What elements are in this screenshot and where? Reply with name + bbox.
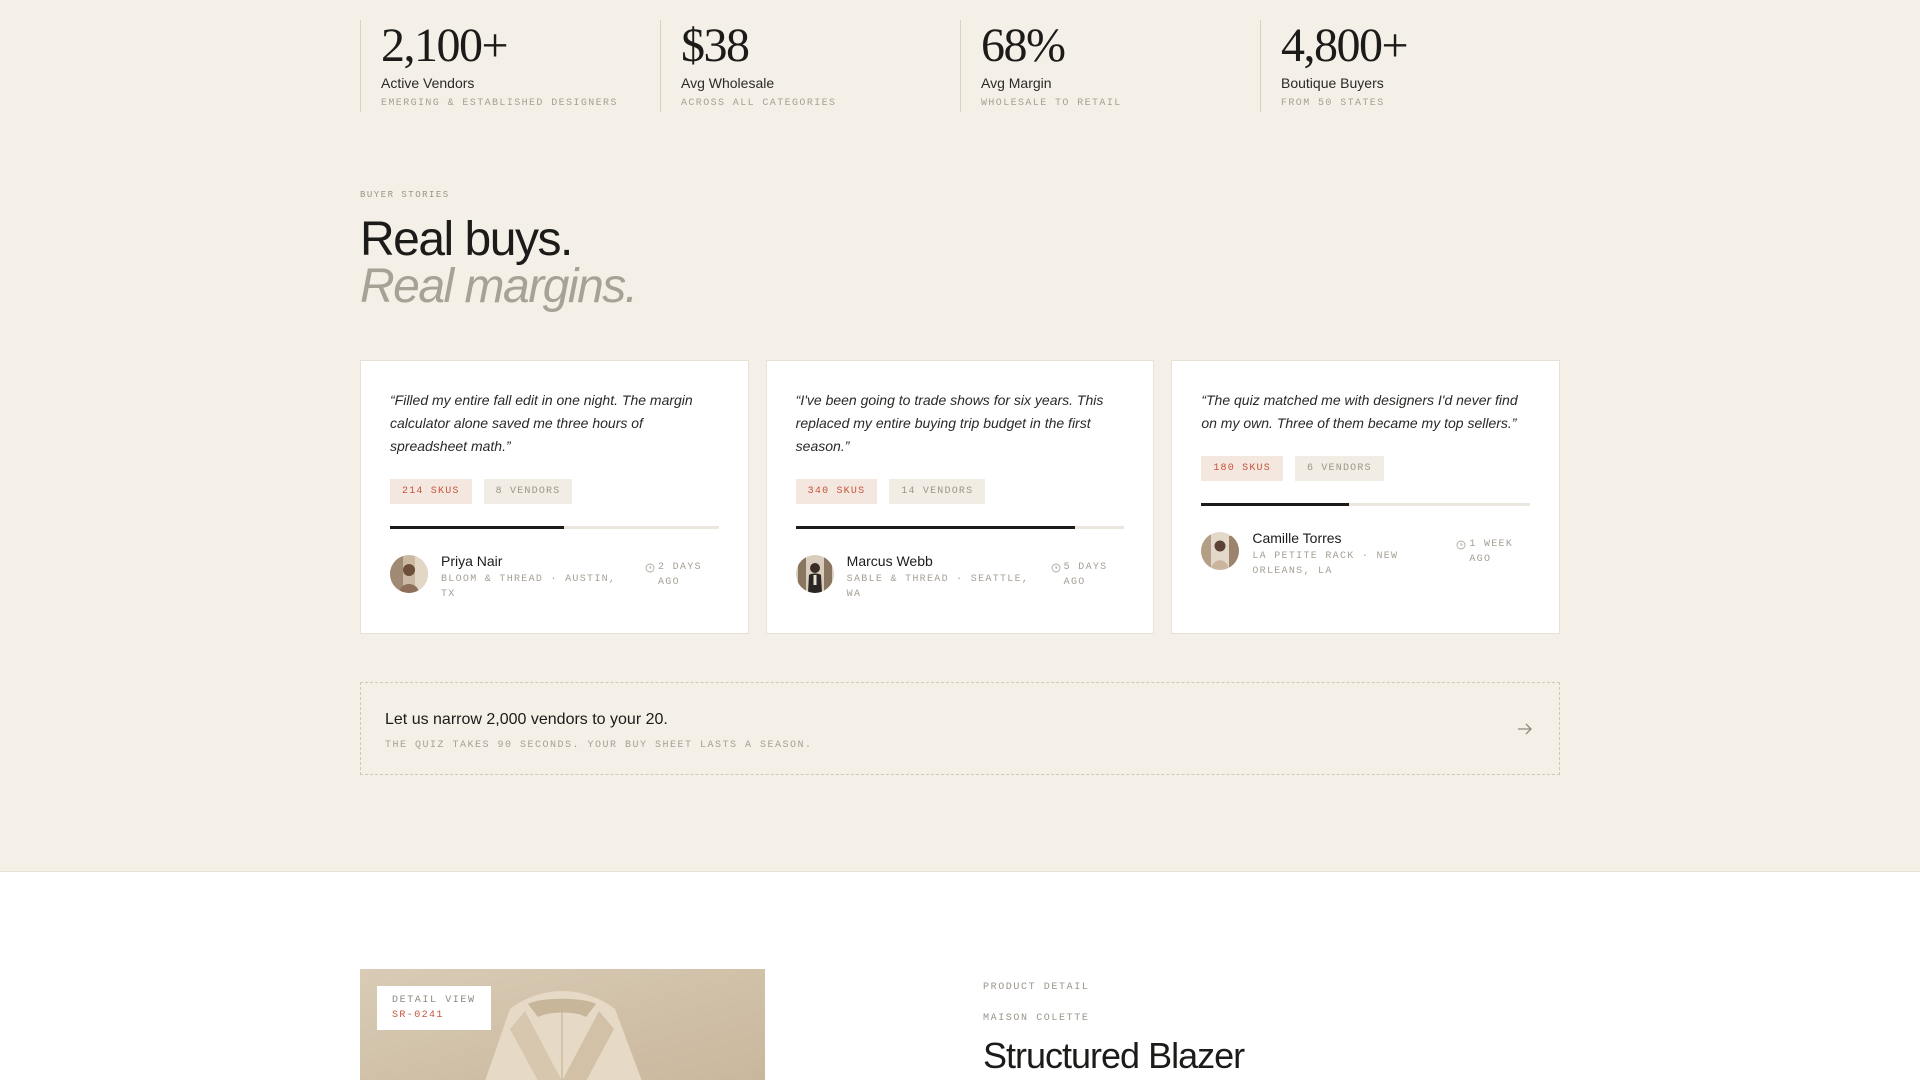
posted-time-text: 1 WEEK AGO (1469, 539, 1514, 565)
progress-bar (795, 526, 1125, 529)
stats-row: 2,100+ Active Vendors EMERGING & ESTABLI… (360, 20, 1560, 112)
buyer-location: LA PETITE RACK · NEW ORLEANS, LA (1252, 551, 1399, 577)
buyer-location: SABLE & THREAD · SEATTLE, WA (846, 574, 1030, 600)
posted-time-text: 2 DAYS AGO (658, 562, 702, 588)
skus-badge: 214 SKUS (390, 479, 472, 504)
product-eyebrow: PRODUCT DETAIL (983, 982, 1090, 993)
tag-row: 340 SKUS 14 VENDORS (795, 479, 1125, 504)
progress-fill (390, 526, 565, 529)
section-subtitle: Real margins. (360, 260, 638, 313)
posted-time-text: 5 DAYS AGO (1063, 562, 1108, 588)
posted-time: 5 DAYS AGO (1051, 560, 1120, 590)
buyer-name: Camille Torres (1252, 530, 1342, 546)
stat-caption: EMERGING & ESTABLISHED DESIGNERS (381, 98, 618, 109)
cta-subtitle: THE QUIZ TAKES 90 SECONDS. YOUR BUY SHEE… (385, 740, 813, 751)
testimonial-card: “The quiz matched me with designers I'd … (1171, 360, 1561, 634)
product-title: Structured Blazer (983, 1035, 1245, 1076)
section-eyebrow: BUYER STORIES (360, 190, 450, 200)
avatar (390, 555, 428, 593)
section-title: Real buys. (360, 213, 573, 266)
product-code: SR-0241 (392, 1010, 444, 1021)
stat-caption: WHOLESALE TO RETAIL (981, 98, 1122, 109)
stat-value: 68% (981, 19, 1066, 72)
avatar (795, 555, 834, 593)
stat-label: Avg Margin (981, 75, 1052, 91)
testimonial-quote: “The quiz matched me with designers I'd … (1201, 392, 1518, 431)
detail-view-badge: DETAIL VIEW SR-0241 (377, 986, 491, 1030)
stat-avg-wholesale: $38 Avg Wholesale ACROSS ALL CATEGORIES (660, 20, 960, 112)
clock-icon (645, 563, 655, 573)
clock-icon (1456, 540, 1466, 550)
stat-label: Avg Wholesale (681, 75, 775, 91)
arrow-right-icon[interactable] (1515, 719, 1535, 739)
testimonial-card: “I've been going to trade shows for six … (765, 360, 1155, 634)
cta-title: Let us narrow 2,000 vendors to your 20. (385, 711, 668, 728)
posted-time: 2 DAYS AGO (645, 560, 714, 590)
testimonial-quote: “Filled my entire fall edit in one night… (390, 392, 693, 454)
testimonial-card: “Filled my entire fall edit in one night… (360, 360, 749, 634)
stat-boutique-buyers: 4,800+ Boutique Buyers FROM 50 STATES (1260, 20, 1560, 112)
skus-badge: 180 SKUS (1201, 456, 1283, 481)
product-detail-section: DETAIL VIEW SR-0241 PRODUCT DETAIL MAISO… (0, 871, 1920, 1080)
product-image: DETAIL VIEW SR-0241 (360, 969, 765, 1080)
vendors-badge: 6 VENDORS (1294, 456, 1384, 481)
testimonial-cards: “Filled my entire fall edit in one night… (360, 360, 1561, 634)
buyer-info: Priya Nair BLOOM & THREAD · AUSTIN, TX 2… (390, 552, 719, 602)
tag-row: 180 SKUS 6 VENDORS (1201, 456, 1530, 481)
vendors-badge: 8 VENDORS (483, 479, 573, 504)
progress-fill (795, 526, 1076, 529)
tag-row: 214 SKUS 8 VENDORS (390, 479, 719, 504)
detail-view-label: DETAIL VIEW (392, 995, 476, 1006)
stat-avg-margin: 68% Avg Margin WHOLESALE TO RETAIL (960, 20, 1260, 112)
buyer-info: Camille Torres LA PETITE RACK · NEW ORLE… (1201, 529, 1530, 579)
clock-icon (1051, 563, 1061, 573)
buyer-name: Marcus Webb (846, 553, 933, 569)
posted-time: 1 WEEK AGO (1456, 537, 1525, 567)
stat-value: 2,100+ (381, 19, 509, 72)
stat-active-vendors: 2,100+ Active Vendors EMERGING & ESTABLI… (360, 20, 660, 112)
avatar (1201, 532, 1240, 570)
product-brand: MAISON COLETTE (983, 1013, 1090, 1024)
buyer-name: Priya Nair (441, 553, 503, 569)
stat-value: $38 (681, 19, 750, 72)
stat-caption: ACROSS ALL CATEGORIES (681, 98, 837, 109)
stat-value: 4,800+ (1281, 19, 1409, 72)
vendors-badge: 14 VENDORS (889, 479, 986, 504)
testimonial-quote: “I've been going to trade shows for six … (795, 392, 1104, 454)
progress-bar (1201, 503, 1531, 506)
progress-fill (1201, 503, 1350, 506)
buyer-location: BLOOM & THREAD · AUSTIN, TX (441, 574, 617, 600)
stat-label: Boutique Buyers (1281, 75, 1384, 91)
stat-caption: FROM 50 STATES (1281, 98, 1385, 109)
skus-badge: 340 SKUS (795, 479, 878, 504)
stat-label: Active Vendors (381, 75, 475, 91)
buyer-info: Marcus Webb SABLE & THREAD · SEATTLE, WA… (795, 552, 1125, 602)
progress-bar (390, 526, 719, 529)
quiz-cta-banner[interactable]: Let us narrow 2,000 vendors to your 20. … (360, 682, 1560, 775)
